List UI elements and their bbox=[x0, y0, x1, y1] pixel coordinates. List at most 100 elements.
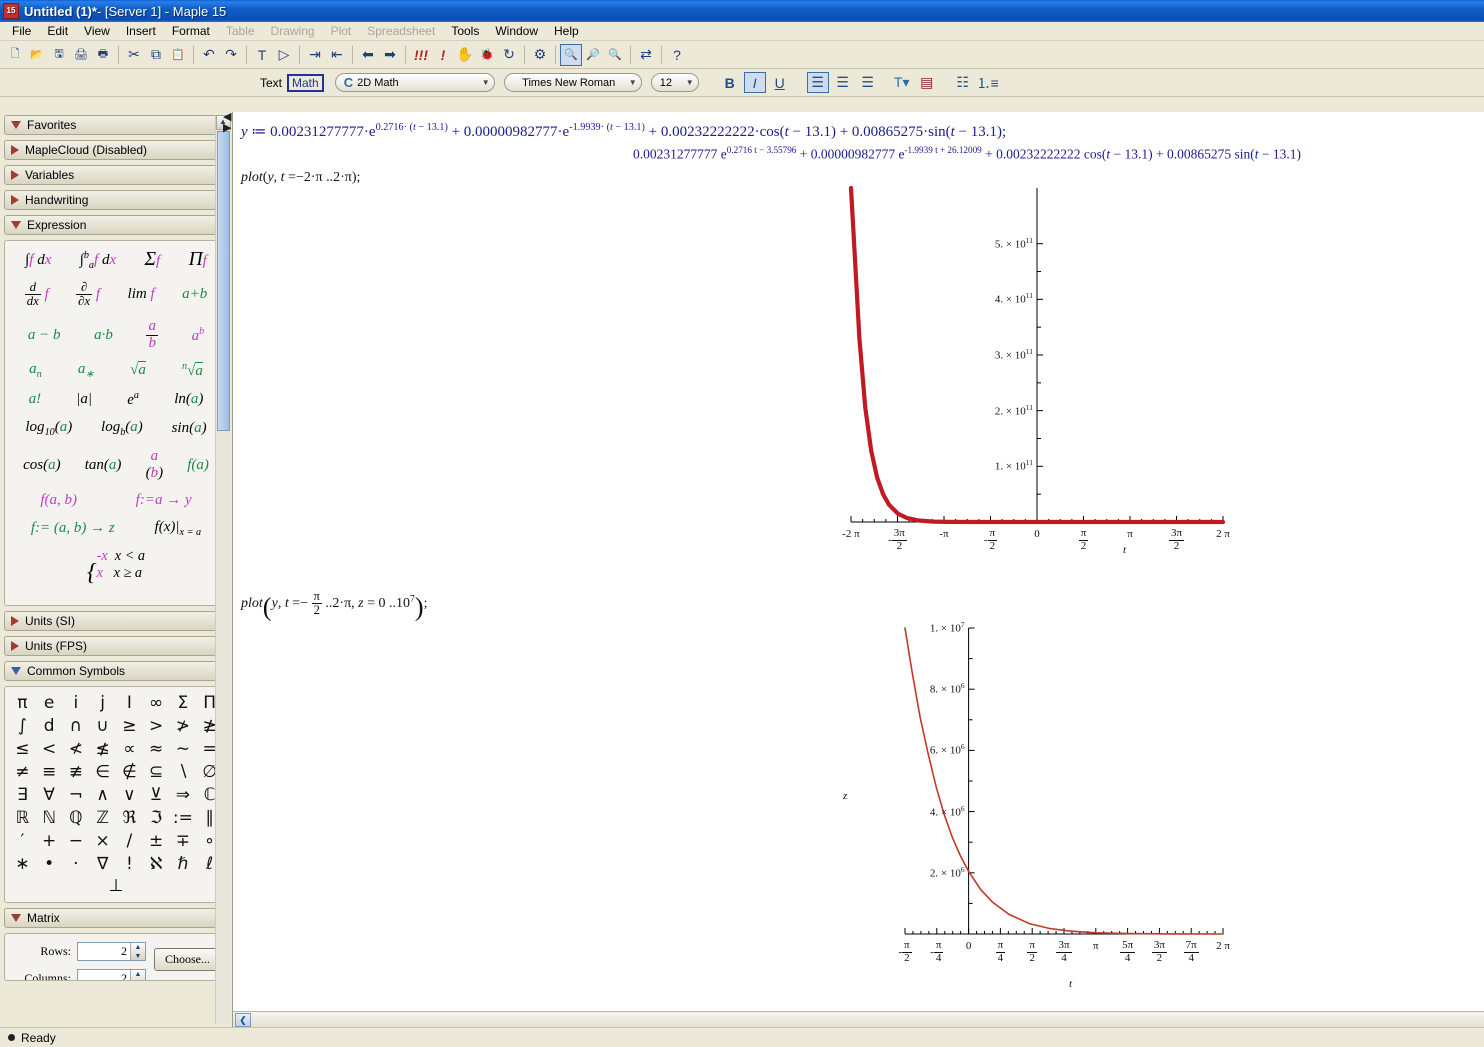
symbol-button[interactable]: e bbox=[36, 693, 63, 713]
symbol-button[interactable]: ∖ bbox=[170, 762, 197, 782]
symbol-button[interactable]: − bbox=[63, 831, 90, 851]
symbol-button[interactable]: ≡ bbox=[36, 762, 63, 782]
symbol-button[interactable]: ≯ bbox=[170, 716, 197, 736]
symbol-button[interactable]: ℕ bbox=[36, 808, 63, 828]
spinner-down-icon[interactable]: ▼ bbox=[131, 952, 145, 961]
symbol-button[interactable]: ≮ bbox=[63, 739, 90, 759]
save-icon[interactable]: 🖫 bbox=[48, 44, 70, 66]
redo-icon[interactable]: ↷ bbox=[220, 44, 242, 66]
highlight-color-button[interactable]: ▤ bbox=[916, 72, 938, 93]
expr-a-minus-b[interactable]: a − b bbox=[28, 327, 61, 344]
expr-binomial[interactable]: (a b) bbox=[146, 448, 164, 482]
expr-a-over-b[interactable]: ab bbox=[146, 318, 158, 352]
debug-icon[interactable]: 🐞 bbox=[476, 44, 498, 66]
help-icon[interactable]: ? bbox=[666, 44, 688, 66]
expr-nth-root-a[interactable]: n√a bbox=[182, 361, 203, 380]
align-center-button[interactable]: ☰ bbox=[832, 72, 854, 93]
document-area[interactable]: y ≔ 0.00231277777·e0.2716· (t − 13.1) + … bbox=[232, 112, 1484, 1027]
symbol-button[interactable]: ℜ bbox=[116, 808, 143, 828]
symbol-button[interactable]: ∉ bbox=[116, 762, 143, 782]
palette-header-units-si[interactable]: Units (SI) bbox=[4, 611, 228, 632]
symbol-button[interactable]: ∩ bbox=[63, 716, 90, 736]
expr-product[interactable]: Πf bbox=[189, 249, 207, 271]
symbol-button[interactable]: ≢ bbox=[63, 762, 90, 782]
expr-abs-a[interactable]: |a| bbox=[76, 391, 92, 408]
paste-icon[interactable]: 📋 bbox=[167, 44, 189, 66]
expr-ln-a[interactable]: ln(a) bbox=[174, 391, 203, 408]
palette-header-maplecloud-disabled[interactable]: MapleCloud (Disabled) bbox=[4, 140, 228, 160]
symbol-button[interactable]: ≠ bbox=[9, 762, 36, 782]
outdent-icon[interactable]: ⇤ bbox=[326, 44, 348, 66]
menu-item-window[interactable]: Window bbox=[487, 22, 546, 40]
symbol-button[interactable]: π bbox=[9, 693, 36, 713]
palette-scrollbar[interactable]: ▲ bbox=[215, 115, 231, 1024]
palette-header-favorites[interactable]: Favorites bbox=[4, 115, 228, 135]
symbol-button[interactable]: ∓ bbox=[170, 831, 197, 851]
expr-a-times-b[interactable]: a·b bbox=[94, 327, 113, 344]
font-family-combo[interactable]: Times New Roman ▼ bbox=[503, 73, 642, 92]
symbol-button[interactable]: ℝ bbox=[9, 808, 36, 828]
matrix-columns-spinner-buttons[interactable]: ▲▼ bbox=[130, 970, 145, 981]
matrix-choose-button[interactable]: Choose... bbox=[154, 948, 221, 972]
input-line-1[interactable]: y ≔ 0.00231277777·e0.2716· (t − 13.1) + … bbox=[241, 122, 1006, 141]
palette-collapse-handle[interactable]: ◀ ▶ bbox=[223, 112, 232, 134]
expr-a-factorial[interactable]: a! bbox=[29, 391, 42, 408]
menu-item-help[interactable]: Help bbox=[546, 22, 587, 40]
expr-f-assign-a-to-y[interactable]: f:=a → y bbox=[136, 492, 192, 509]
cut-icon[interactable]: ✂ bbox=[123, 44, 145, 66]
collapse-right-icon[interactable]: ▶ bbox=[223, 123, 232, 134]
symbol-button[interactable]: := bbox=[170, 808, 197, 828]
symbol-button[interactable]: < bbox=[36, 739, 63, 759]
menu-item-edit[interactable]: Edit bbox=[39, 22, 76, 40]
expr-log10-a[interactable]: log10(a) bbox=[25, 419, 72, 438]
new-document-icon[interactable]: 🗋 bbox=[4, 44, 26, 66]
symbol-button[interactable]: ∼ bbox=[170, 739, 197, 759]
scroll-left-button[interactable]: ❮ bbox=[235, 1012, 251, 1027]
symbol-button[interactable]: ≈ bbox=[143, 739, 170, 759]
expr-a-sub-star[interactable]: a∗ bbox=[78, 361, 94, 380]
expr-integral-definite[interactable]: ∫baf dx bbox=[80, 250, 116, 271]
align-left-button[interactable]: ☰ bbox=[806, 72, 829, 93]
symbol-button[interactable]: ℏ bbox=[170, 854, 197, 874]
numbered-list-button[interactable]: ⒈≡ bbox=[977, 72, 999, 93]
expr-a-plus-b[interactable]: a+b bbox=[182, 286, 207, 303]
execute-all-icon[interactable]: !!! bbox=[410, 44, 432, 66]
symbol-button[interactable]: d bbox=[36, 716, 63, 736]
copy-icon[interactable]: ⧉ bbox=[145, 44, 167, 66]
expr-f-of-a[interactable]: f(a) bbox=[187, 457, 209, 474]
text-mode-icon[interactable]: T bbox=[251, 44, 273, 66]
symbol-button[interactable]: ℤ bbox=[89, 808, 116, 828]
symbol-button[interactable]: i bbox=[63, 693, 90, 713]
matrix-rows-stepper[interactable]: 2 ▲ ▼ bbox=[77, 942, 146, 962]
zoom-in-icon[interactable]: 🔎 bbox=[582, 44, 604, 66]
palette-header-handwriting[interactable]: Handwriting bbox=[4, 190, 228, 210]
expr-f-of-a-b[interactable]: f(a, b) bbox=[40, 492, 77, 509]
expr-sqrt-a[interactable]: √a bbox=[130, 361, 146, 379]
expr-a-sub-n[interactable]: an bbox=[29, 361, 42, 380]
symbol-button[interactable]: ℑ bbox=[143, 808, 170, 828]
italic-button[interactable]: I bbox=[743, 72, 766, 93]
text-color-button[interactable]: T▾ bbox=[891, 72, 913, 93]
undo-icon[interactable]: ↶ bbox=[198, 44, 220, 66]
symbol-button[interactable]: ∀ bbox=[36, 785, 63, 805]
expr-sum[interactable]: Σf bbox=[144, 249, 160, 271]
math-mode-label[interactable]: Math bbox=[287, 73, 324, 92]
symbol-button[interactable]: ⇒ bbox=[170, 785, 197, 805]
symbol-button[interactable]: ! bbox=[116, 854, 143, 874]
palette-header-common-symbols[interactable]: Common Symbols bbox=[4, 661, 228, 682]
expr-sin-a[interactable]: sin(a) bbox=[172, 420, 207, 437]
stop-icon[interactable]: ✋ bbox=[454, 44, 476, 66]
symbol-button[interactable]: ∃ bbox=[9, 785, 36, 805]
underline-button[interactable]: U bbox=[769, 72, 791, 93]
input-line-3[interactable]: plot(y, t =− π2 ..2·π, z = 0 ..107); bbox=[241, 589, 428, 622]
input-line-2[interactable]: plot(y, t =−2·π ..2·π); bbox=[241, 170, 360, 186]
execute-icon[interactable]: ! bbox=[432, 44, 454, 66]
forward-icon[interactable]: ➡ bbox=[379, 44, 401, 66]
spinner-up-icon[interactable]: ▲ bbox=[131, 970, 145, 979]
expr-a-power-b[interactable]: ab bbox=[192, 326, 205, 345]
print-icon[interactable]: 🖨 bbox=[70, 44, 92, 66]
expr-piecewise[interactable]: {-x x < ax x ≥ a bbox=[87, 548, 145, 587]
symbol-button[interactable]: ⊻ bbox=[143, 785, 170, 805]
palette-header-units-fps[interactable]: Units (FPS) bbox=[4, 636, 228, 657]
symbol-button[interactable]: ′ bbox=[9, 831, 36, 851]
